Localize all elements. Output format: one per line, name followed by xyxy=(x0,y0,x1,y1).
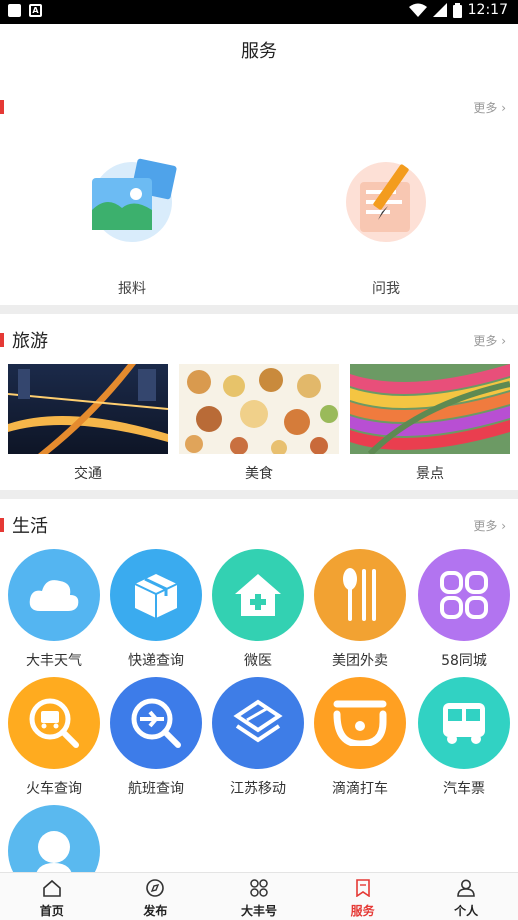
more-link-travel[interactable]: 更多 › xyxy=(473,332,506,349)
grid-icon xyxy=(418,549,510,641)
compass-icon xyxy=(146,879,165,897)
didi-icon xyxy=(314,677,406,769)
bottom-tab-bar: 首页 发布 大丰号 服务 个人 xyxy=(0,872,518,920)
status-bar: A 12:17 xyxy=(0,0,518,24)
tile-ask[interactable]: 问我 xyxy=(326,140,446,305)
note-pencil-icon xyxy=(346,162,426,242)
page-title: 服务 xyxy=(241,41,277,62)
plane-search-icon xyxy=(110,677,202,769)
tile-label: 问我 xyxy=(372,281,400,297)
photo-icon xyxy=(92,158,177,242)
home-icon xyxy=(42,879,61,897)
life-item-58[interactable]: 58同城 xyxy=(414,549,514,670)
bus-icon xyxy=(418,677,510,769)
life-item-bus[interactable]: 汽车票 xyxy=(414,677,514,798)
travel-label: 美食 xyxy=(245,466,273,482)
spoon-fork-icon xyxy=(314,549,406,641)
tab-label: 服务 xyxy=(350,904,375,918)
tab-label: 个人 xyxy=(454,904,479,918)
life-item-express[interactable]: 快递查询 xyxy=(106,549,206,670)
section-marker xyxy=(0,100,4,114)
train-search-icon xyxy=(8,677,100,769)
tile-report[interactable]: 报料 xyxy=(72,140,192,305)
more-link-top[interactable]: 更多 › xyxy=(473,99,506,116)
more-link-life[interactable]: 更多 › xyxy=(473,517,506,534)
page-header: 服务 xyxy=(0,24,518,80)
life-label: 滴滴打车 xyxy=(332,781,388,797)
bookmark-icon xyxy=(355,879,370,898)
life-item-flight[interactable]: 航班查询 xyxy=(106,677,206,798)
travel-label: 交通 xyxy=(74,466,102,482)
section-title-travel: 旅游 xyxy=(12,331,48,352)
life-label: 汽车票 xyxy=(443,781,485,797)
tab-profile[interactable]: 个人 xyxy=(414,873,518,920)
mobile-logo-icon xyxy=(212,677,304,769)
tab-label: 发布 xyxy=(143,904,168,918)
life-label: 火车查询 xyxy=(26,781,82,797)
section-marker xyxy=(0,518,4,532)
life-label: 58同城 xyxy=(441,653,487,669)
life-item-didi[interactable]: 滴滴打车 xyxy=(310,677,410,798)
life-label: 江苏移动 xyxy=(230,781,286,797)
tab-label: 首页 xyxy=(39,904,64,918)
section-title-life: 生活 xyxy=(12,516,48,537)
scenery-image xyxy=(350,364,510,454)
travel-label: 景点 xyxy=(416,466,444,482)
traffic-image xyxy=(8,364,168,454)
tile-label: 报料 xyxy=(118,281,146,297)
user-icon xyxy=(457,879,475,897)
life-label: 航班查询 xyxy=(128,781,184,797)
tab-label: 大丰号 xyxy=(240,904,277,918)
food-image xyxy=(179,364,339,454)
tab-service[interactable]: 服务 xyxy=(311,873,415,920)
box-icon xyxy=(110,549,202,641)
wifi-icon xyxy=(408,3,427,17)
life-item-meituan[interactable]: 美团外卖 xyxy=(310,549,410,670)
life-item-train[interactable]: 火车查询 xyxy=(4,677,104,798)
house-plus-icon xyxy=(212,549,304,641)
section-marker xyxy=(0,333,4,347)
life-label: 微医 xyxy=(244,653,272,669)
tab-dafeng[interactable]: 大丰号 xyxy=(207,873,311,920)
signal-icon xyxy=(432,3,447,17)
cloud-icon xyxy=(8,549,100,641)
divider xyxy=(0,305,518,314)
life-item-weather[interactable]: 大丰天气 xyxy=(4,549,104,670)
life-label: 美团外卖 xyxy=(332,653,388,669)
life-item-mobile[interactable]: 江苏移动 xyxy=(208,677,308,798)
battery-icon xyxy=(452,2,462,18)
life-label: 快递查询 xyxy=(128,653,184,669)
four-circles-icon xyxy=(250,879,268,897)
notification-icon xyxy=(8,4,21,17)
life-item-doctor[interactable]: 微医 xyxy=(208,549,308,670)
clock: 12:17 xyxy=(467,2,508,18)
app-notification-icon: A xyxy=(29,4,42,17)
life-label: 大丰天气 xyxy=(26,653,82,669)
tab-home[interactable]: 首页 xyxy=(0,873,104,920)
divider xyxy=(0,490,518,499)
tab-publish[interactable]: 发布 xyxy=(104,873,208,920)
